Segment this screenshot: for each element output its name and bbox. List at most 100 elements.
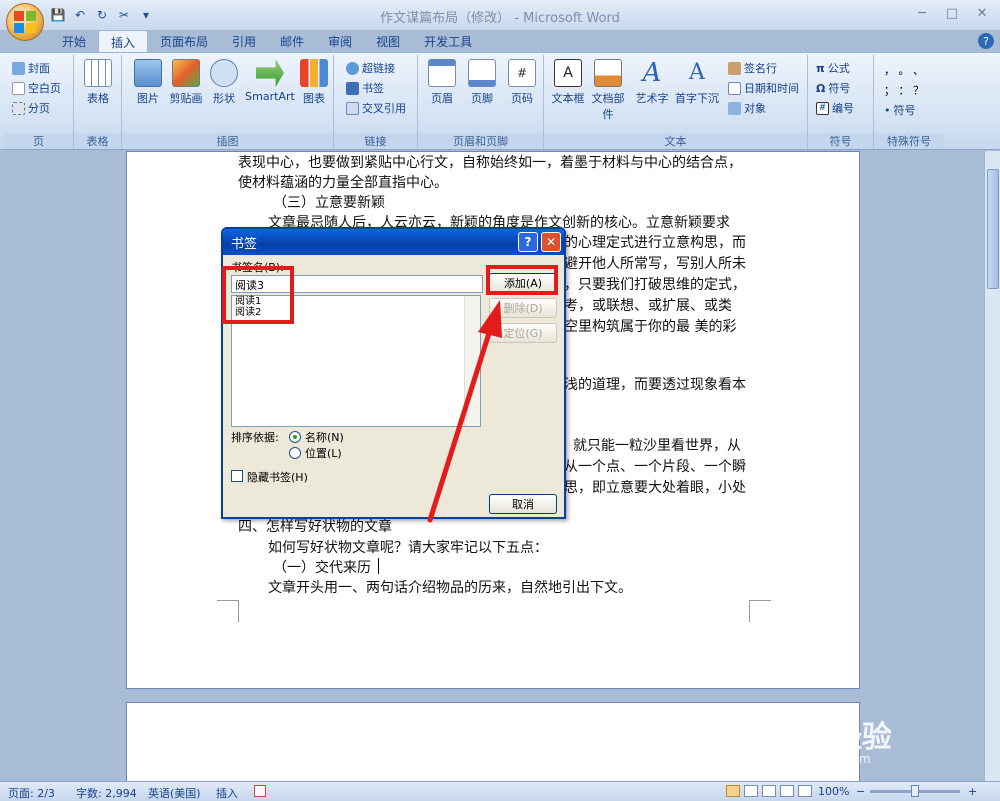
object-button[interactable]: 对象 xyxy=(728,99,766,117)
sort-location-radio[interactable] xyxy=(289,447,301,459)
doc-line: 使材料蕴涵的力量全部直指中心。 xyxy=(238,175,448,191)
quickparts-icon xyxy=(594,59,622,87)
crossref-label: 交叉引用 xyxy=(362,102,406,115)
web-layout-icon[interactable] xyxy=(762,785,776,797)
status-words[interactable]: 字数: 2,994 xyxy=(76,785,137,801)
doc-line: 表现中心，也要做到紧贴中心行文，自称始终如一，着墨于材料与中心的结合点， xyxy=(238,155,742,171)
textbox-icon: A xyxy=(554,59,582,87)
special-row-2[interactable]: ； ： ？ xyxy=(884,81,924,99)
cover-page-icon xyxy=(12,61,25,75)
picture-icon xyxy=(134,59,162,87)
doc-line: 就只能一粒沙里看世界，从 xyxy=(573,438,741,454)
tab-page-layout[interactable]: 页面布局 xyxy=(148,30,220,52)
cover-page-button[interactable]: 封面 xyxy=(12,59,50,77)
minimize-icon[interactable]: ─ xyxy=(912,4,932,22)
dialog-help-icon[interactable]: ? xyxy=(518,232,538,252)
cancel-button[interactable]: 取消 xyxy=(489,494,557,514)
group-special-label: 特殊符号 xyxy=(874,133,944,149)
crossref-icon xyxy=(346,101,359,115)
footer-button[interactable]: 页脚 xyxy=(462,59,502,106)
tab-references[interactable]: 引用 xyxy=(220,30,268,52)
title-bar: 💾 ↶ ↻ ✂ ▾ 作文谋篇布局（修改） - Microsoft Word ─ … xyxy=(0,0,1000,41)
table-button[interactable]: 表格 xyxy=(78,59,118,106)
wordart-button[interactable]: A 艺术字 xyxy=(632,59,672,106)
list-scrollbar[interactable] xyxy=(464,296,480,426)
bookmark-button[interactable]: 书签 xyxy=(346,79,384,97)
goto-button[interactable]: 定位(G) xyxy=(489,323,557,343)
zoom-knob[interactable] xyxy=(911,785,919,797)
tab-home[interactable]: 开始 xyxy=(50,30,98,52)
status-zoom[interactable]: 100% xyxy=(818,785,849,798)
page-number-button[interactable]: # 页码 xyxy=(502,59,542,106)
datetime-button[interactable]: 日期和时间 xyxy=(728,79,799,97)
special-symbol-button[interactable]: • 符号 xyxy=(884,101,916,119)
window-title: 作文谋篇布局（修改） - Microsoft Word xyxy=(380,11,620,26)
equation-button[interactable]: π 公式 xyxy=(816,59,850,77)
status-page[interactable]: 页面: 2/3 xyxy=(8,785,55,801)
smartart-button[interactable]: SmartArt xyxy=(244,59,296,103)
office-button[interactable] xyxy=(6,3,44,41)
scrollbar-thumb[interactable] xyxy=(987,169,999,289)
tab-view[interactable]: 视图 xyxy=(364,30,412,52)
special-row-1[interactable]: ， 。 、 xyxy=(884,61,924,79)
signature-button[interactable]: 签名行 xyxy=(728,59,777,77)
hidden-bookmarks-label: 隐藏书签(H) xyxy=(247,471,308,484)
ribbon-tabs: 开始 插入 页面布局 引用 邮件 审阅 视图 开发工具 xyxy=(48,30,484,52)
sort-label: 排序依据: xyxy=(231,431,279,444)
dropcap-button[interactable]: A 首字下沉 xyxy=(674,59,720,106)
tab-developer[interactable]: 开发工具 xyxy=(412,30,484,52)
blank-page-button[interactable]: 空白页 xyxy=(12,79,61,97)
page-number-icon: # xyxy=(508,59,536,87)
text-cursor xyxy=(378,558,379,574)
doc-line: 文章开头用一、两句话介绍物品的历来，自然地引出下文。 xyxy=(268,580,632,596)
page-break-button[interactable]: 分页 xyxy=(12,99,50,117)
draft-icon[interactable] xyxy=(798,785,812,797)
clipart-button[interactable]: 剪贴画 xyxy=(166,59,206,106)
close-icon[interactable]: ✕ xyxy=(972,4,992,22)
chart-icon xyxy=(300,59,328,87)
delete-button[interactable]: 删除(D) xyxy=(489,298,557,318)
wordart-label: 艺术字 xyxy=(635,92,669,105)
document-page-next[interactable] xyxy=(126,702,860,781)
tab-review[interactable]: 审阅 xyxy=(316,30,364,52)
sort-name-radio[interactable] xyxy=(289,431,301,443)
vertical-scrollbar[interactable] xyxy=(984,151,1000,781)
header-button[interactable]: 页眉 xyxy=(422,59,462,106)
quickparts-button[interactable]: 文档部件 xyxy=(588,59,628,122)
group-special-symbols: ， 。 、 ； ： ？ • 符号 特殊符号 xyxy=(874,55,944,149)
full-screen-icon[interactable] xyxy=(744,785,758,797)
status-mode[interactable]: 插入 xyxy=(216,785,238,801)
zoom-in-icon[interactable]: + xyxy=(968,785,977,798)
picture-button[interactable]: 图片 xyxy=(128,59,168,106)
zoom-out-icon[interactable]: − xyxy=(856,785,865,798)
page-margin-corner xyxy=(749,600,771,622)
numbering-button[interactable]: # 编号 xyxy=(816,99,854,117)
symbol-button[interactable]: Ω 符号 xyxy=(816,79,850,97)
blank-page-icon xyxy=(12,81,25,95)
group-illustrations: 图片 剪贴画 形状 SmartArt 图表 插图 xyxy=(122,55,334,149)
shapes-button[interactable]: 形状 xyxy=(204,59,244,106)
textbox-button[interactable]: A 文本框 xyxy=(548,59,588,106)
clipart-icon xyxy=(172,59,200,87)
group-header-footer: 页眉 页脚 # 页码 页眉和页脚 xyxy=(418,55,544,149)
crossref-button[interactable]: 交叉引用 xyxy=(346,99,406,117)
dropcap-icon: A xyxy=(689,60,705,85)
tab-mailings[interactable]: 邮件 xyxy=(268,30,316,52)
chart-label: 图表 xyxy=(303,92,325,105)
maximize-icon[interactable]: □ xyxy=(942,4,962,22)
footer-icon xyxy=(468,59,496,87)
tab-insert[interactable]: 插入 xyxy=(98,30,149,52)
special-symbol-label: 符号 xyxy=(893,104,916,117)
office-logo-icon xyxy=(14,11,36,33)
hidden-bookmarks-checkbox[interactable] xyxy=(231,470,243,482)
dialog-title-bar: 书签 ? ✕ xyxy=(223,229,564,255)
status-language[interactable]: 英语(美国) xyxy=(148,785,201,801)
hyperlink-button[interactable]: 超链接 xyxy=(346,59,395,77)
chart-button[interactable]: 图表 xyxy=(294,59,334,106)
outline-icon[interactable] xyxy=(780,785,794,797)
dialog-close-icon[interactable]: ✕ xyxy=(541,232,561,252)
print-layout-icon[interactable] xyxy=(726,785,740,797)
macro-record-icon[interactable] xyxy=(254,785,266,797)
help-icon[interactable]: ? xyxy=(978,33,994,49)
header-label: 页眉 xyxy=(431,92,453,105)
